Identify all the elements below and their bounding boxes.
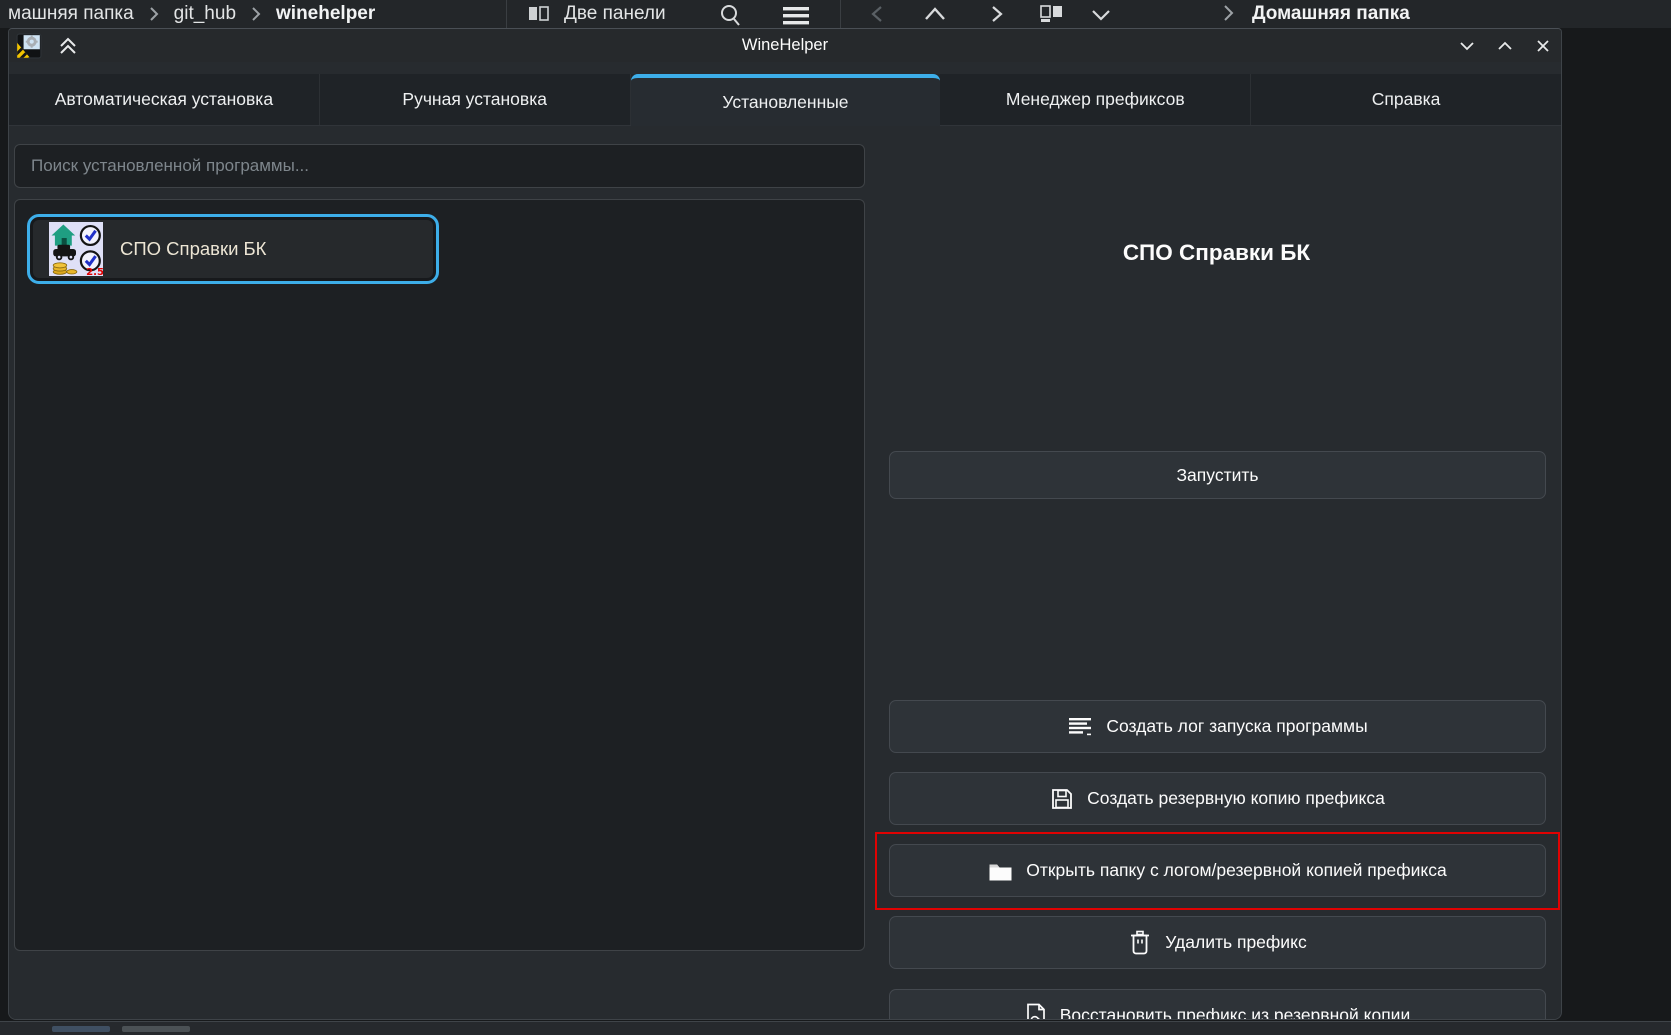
toolbar-separator bbox=[840, 0, 841, 28]
folder-icon bbox=[988, 860, 1013, 882]
breadcrumb-current-folder[interactable]: winehelper bbox=[276, 3, 375, 25]
maximize-icon bbox=[1497, 41, 1513, 51]
restore-prefix-button[interactable]: Восстановить префикс из резервной копии bbox=[889, 989, 1546, 1020]
tab-label: Автоматическая установка bbox=[55, 89, 273, 110]
tab-bar: Автоматическая установка Ручная установк… bbox=[9, 74, 1561, 126]
floppy-save-icon bbox=[1050, 787, 1074, 811]
dropdown-caret-icon[interactable] bbox=[1090, 8, 1112, 22]
forward-chevron-icon[interactable] bbox=[988, 4, 1006, 24]
chevron-right-icon bbox=[250, 5, 262, 23]
tab-help[interactable]: Справка bbox=[1251, 74, 1561, 125]
minimize-icon bbox=[1459, 41, 1475, 51]
tab-label: Установленные bbox=[722, 92, 848, 113]
split-view-label: Две панели bbox=[564, 3, 666, 25]
run-button-label: Запустить bbox=[1176, 465, 1258, 486]
breadcrumb-home-partial[interactable]: машняя папка bbox=[8, 3, 134, 25]
installed-programs-list: 2.5 СПО Справки БК bbox=[14, 199, 865, 951]
button-label: Открыть папку с логом/резервной копией п… bbox=[1026, 860, 1446, 881]
button-label: Восстановить префикс из резервной копии bbox=[1060, 1005, 1410, 1020]
run-button[interactable]: Запустить bbox=[889, 451, 1546, 499]
close-icon bbox=[1536, 39, 1550, 53]
split-view-button[interactable]: Две панели bbox=[528, 0, 666, 28]
hamburger-menu-icon[interactable] bbox=[782, 4, 812, 28]
window-title: WineHelper bbox=[9, 36, 1561, 55]
split-view-icon bbox=[528, 5, 550, 23]
chevron-right-icon bbox=[1222, 3, 1236, 23]
open-log-backup-folder-button[interactable]: Открыть папку с логом/резервной копией п… bbox=[889, 844, 1546, 897]
svg-text:2.5: 2.5 bbox=[86, 267, 103, 276]
backup-prefix-button[interactable]: Создать резервную копию префикса bbox=[889, 772, 1546, 825]
trash-icon bbox=[1128, 930, 1152, 956]
button-label: Удалить префикс bbox=[1165, 932, 1306, 953]
status-smudge bbox=[52, 1026, 110, 1032]
winehelper-window: WineHelper Автоматическая установка Ручн… bbox=[8, 28, 1562, 1020]
minimize-button[interactable] bbox=[1449, 29, 1485, 62]
chevron-right-icon bbox=[148, 5, 160, 23]
tab-label: Справка bbox=[1372, 89, 1441, 110]
status-smudge bbox=[122, 1026, 190, 1032]
search-icon[interactable] bbox=[718, 3, 742, 27]
button-label: Создать лог запуска программы bbox=[1106, 716, 1367, 737]
close-button[interactable] bbox=[1525, 29, 1561, 62]
document-restore-icon bbox=[1025, 1003, 1047, 1021]
tab-label: Менеджер префиксов bbox=[1006, 89, 1185, 110]
program-name: СПО Справки БК bbox=[120, 238, 266, 260]
program-app-icon: 2.5 bbox=[49, 222, 103, 276]
delete-prefix-button[interactable]: Удалить префикс bbox=[889, 916, 1546, 969]
list-item-program[interactable]: 2.5 СПО Справки БК bbox=[27, 214, 439, 284]
search-input[interactable] bbox=[14, 144, 865, 188]
log-lines-icon bbox=[1067, 716, 1093, 738]
titlebar[interactable]: WineHelper bbox=[9, 29, 1561, 62]
view-mode-icon[interactable] bbox=[1040, 5, 1064, 23]
tab-label: Ручная установка bbox=[402, 89, 547, 110]
up-chevron-icon[interactable] bbox=[922, 5, 948, 23]
tab-manual-install[interactable]: Ручная установка bbox=[320, 74, 631, 125]
maximize-button[interactable] bbox=[1487, 29, 1523, 62]
background-window-bottom-sliver bbox=[0, 1021, 1671, 1035]
breadcrumb-folder[interactable]: git_hub bbox=[174, 3, 236, 25]
background-file-manager-toolbar: машняя папка git_hub winehelper Две пане… bbox=[0, 0, 1671, 28]
program-detail-title: СПО Справки БК bbox=[876, 240, 1557, 266]
back-chevron-icon[interactable] bbox=[868, 4, 886, 24]
breadcrumb-home-right[interactable]: Домашняя папка bbox=[1252, 3, 1410, 25]
tab-prefix-manager[interactable]: Менеджер префиксов bbox=[940, 74, 1251, 125]
toolbar-separator bbox=[506, 0, 507, 28]
tab-auto-install[interactable]: Автоматическая установка bbox=[9, 74, 320, 125]
create-log-button[interactable]: Создать лог запуска программы bbox=[889, 700, 1546, 753]
installed-tab-content: 2.5 СПО Справки БК СПО Справки БК Запуст… bbox=[9, 126, 1561, 1020]
button-label: Создать резервную копию префикса bbox=[1087, 788, 1385, 809]
tab-installed[interactable]: Установленные bbox=[631, 74, 941, 126]
